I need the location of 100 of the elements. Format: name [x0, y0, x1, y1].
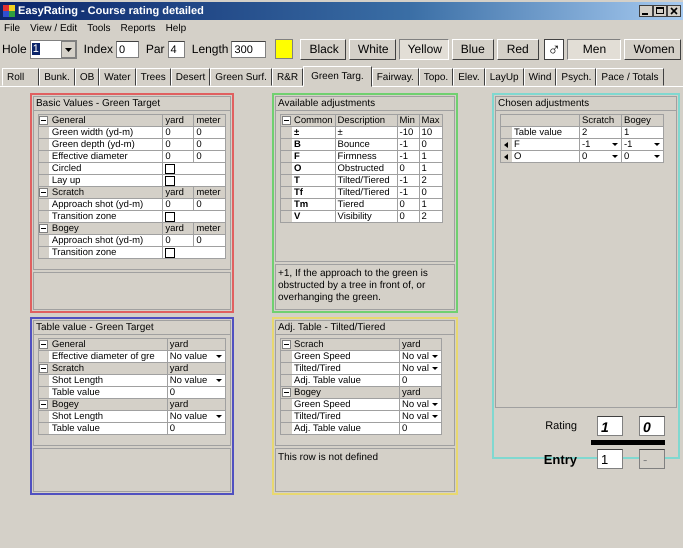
- collapse-toggle[interactable]: [39, 188, 48, 197]
- par-label: Par: [146, 42, 165, 56]
- close-icon[interactable]: [667, 5, 681, 17]
- panel-title: Table value - Green Target: [33, 320, 231, 334]
- tab[interactable]: LayUp: [484, 68, 524, 86]
- column-header: yard: [400, 338, 442, 350]
- property-label: Transition zone: [49, 246, 163, 258]
- collapse-toggle[interactable]: [39, 116, 48, 125]
- tee-button[interactable]: Yellow: [398, 38, 449, 60]
- checkbox[interactable]: [165, 248, 176, 258]
- adjustment-label: Table value: [512, 126, 580, 138]
- table-cell: Bounce: [335, 138, 398, 150]
- tab[interactable]: Elev.: [453, 68, 485, 86]
- tab[interactable]: R&R: [272, 68, 304, 86]
- tab[interactable]: Desert: [170, 68, 210, 86]
- property-label: Tilted/Tired: [292, 410, 400, 422]
- panel-title: Available adjustments: [275, 96, 455, 110]
- tee-button[interactable]: Black: [300, 38, 346, 60]
- collapse-toggle[interactable]: [39, 364, 48, 373]
- checkbox[interactable]: [165, 176, 176, 186]
- menu-item[interactable]: View / Edit: [30, 23, 78, 34]
- section-header: Scratch: [49, 186, 163, 198]
- tab[interactable]: Green Surf.: [210, 68, 272, 86]
- app-icon: [3, 5, 15, 17]
- property-label: Table value: [49, 422, 168, 434]
- collapse-toggle[interactable]: [282, 388, 290, 397]
- section-header: General: [49, 114, 163, 126]
- collapse-toggle[interactable]: [282, 340, 290, 349]
- menu-item[interactable]: Tools: [87, 23, 111, 34]
- tee-button[interactable]: White: [348, 38, 396, 60]
- collapse-toggle[interactable]: [39, 400, 48, 409]
- rating-value: 1: [597, 416, 623, 436]
- index-label: Index: [84, 42, 113, 56]
- property-label: Adj. Table value: [292, 374, 400, 386]
- length-field[interactable]: 300: [231, 40, 266, 58]
- table-cell: Tiered: [335, 198, 398, 210]
- row-description: This row is not defined: [275, 448, 455, 492]
- tab[interactable]: Wind: [524, 68, 556, 86]
- minimize-icon[interactable]: [639, 5, 653, 17]
- collapse-toggle[interactable]: [39, 224, 48, 233]
- gender-button[interactable]: Women: [624, 38, 681, 60]
- checkbox[interactable]: [165, 212, 176, 222]
- table-cell: Visibility: [335, 210, 398, 222]
- menu-item[interactable]: Help: [166, 23, 186, 34]
- tee-button[interactable]: Blue: [452, 38, 494, 60]
- section-header: Scrach: [292, 338, 400, 350]
- maximize-icon[interactable]: [653, 5, 667, 17]
- column-header: Min: [397, 114, 420, 126]
- property-label: Approach shot (yd-m): [49, 234, 163, 246]
- entry-field[interactable]: 1: [597, 449, 623, 469]
- tab[interactable]: Roll: [2, 68, 40, 86]
- tee-button[interactable]: Red: [496, 38, 539, 60]
- property-label: Effective diameter of gre: [49, 350, 168, 362]
- rating-value: 0: [639, 416, 665, 436]
- tab[interactable]: Green Targ.: [303, 66, 372, 87]
- column-header: Max: [419, 114, 442, 126]
- column-header: yard: [167, 338, 226, 350]
- property-label: Shot Length: [49, 374, 168, 386]
- tab[interactable]: Pace / Totals: [596, 68, 664, 86]
- tab[interactable]: Bunk.: [39, 68, 75, 86]
- adjustment-label: O: [512, 150, 580, 162]
- gender-symbol: ♂: [544, 38, 564, 60]
- property-label: Adj. Table value: [292, 422, 400, 434]
- property-label: Effective diameter: [49, 150, 163, 162]
- table-cell: Obstructed: [335, 162, 398, 174]
- section-header: General: [49, 338, 168, 350]
- index-field[interactable]: 0: [116, 40, 139, 58]
- tab[interactable]: Fairway.: [372, 68, 419, 86]
- hole-select[interactable]: 1: [30, 40, 77, 58]
- section-header: Bogey: [292, 386, 400, 398]
- checkbox[interactable]: [165, 164, 176, 174]
- property-label: Circled: [49, 162, 163, 174]
- par-field[interactable]: 4: [168, 40, 185, 58]
- property-label: Green Speed: [292, 350, 400, 362]
- column-header: yard: [167, 362, 226, 374]
- tab[interactable]: Water: [99, 68, 136, 86]
- collapse-toggle[interactable]: [282, 116, 290, 125]
- tab[interactable]: Psych.: [556, 68, 596, 86]
- panel-title: Chosen adjustments: [495, 96, 677, 110]
- hole-label: Hole: [2, 42, 27, 56]
- tab[interactable]: Topo.: [418, 68, 454, 86]
- table-cell: Tilted/Tiered: [335, 186, 398, 198]
- gender-button[interactable]: Men: [567, 38, 622, 60]
- adjustment-description: +1, If the approach to the green is obstructed by a tree in front of, or overhanging the green.: [275, 264, 455, 310]
- section-header: Scratch: [49, 362, 168, 374]
- property-label: Table value: [49, 386, 168, 398]
- property-value[interactable]: 0: [167, 422, 226, 434]
- property-value[interactable]: 0: [167, 386, 226, 398]
- panel-title: Adj. Table - Tilted/Tiered: [275, 320, 455, 334]
- tab[interactable]: OB: [74, 68, 100, 86]
- property-label: Tilted/Tired: [292, 362, 400, 374]
- table-cell: Firmness: [335, 150, 398, 162]
- window-title: EasyRating - Course rating detailed: [18, 5, 205, 17]
- tab[interactable]: Trees: [136, 68, 171, 86]
- menu-item[interactable]: Reports: [120, 23, 156, 34]
- collapse-toggle[interactable]: [39, 340, 48, 349]
- menu-item[interactable]: File: [4, 23, 20, 34]
- property-label: Green Speed: [292, 398, 400, 410]
- rating-label: Rating: [545, 420, 577, 432]
- column-header: meter: [194, 114, 226, 126]
